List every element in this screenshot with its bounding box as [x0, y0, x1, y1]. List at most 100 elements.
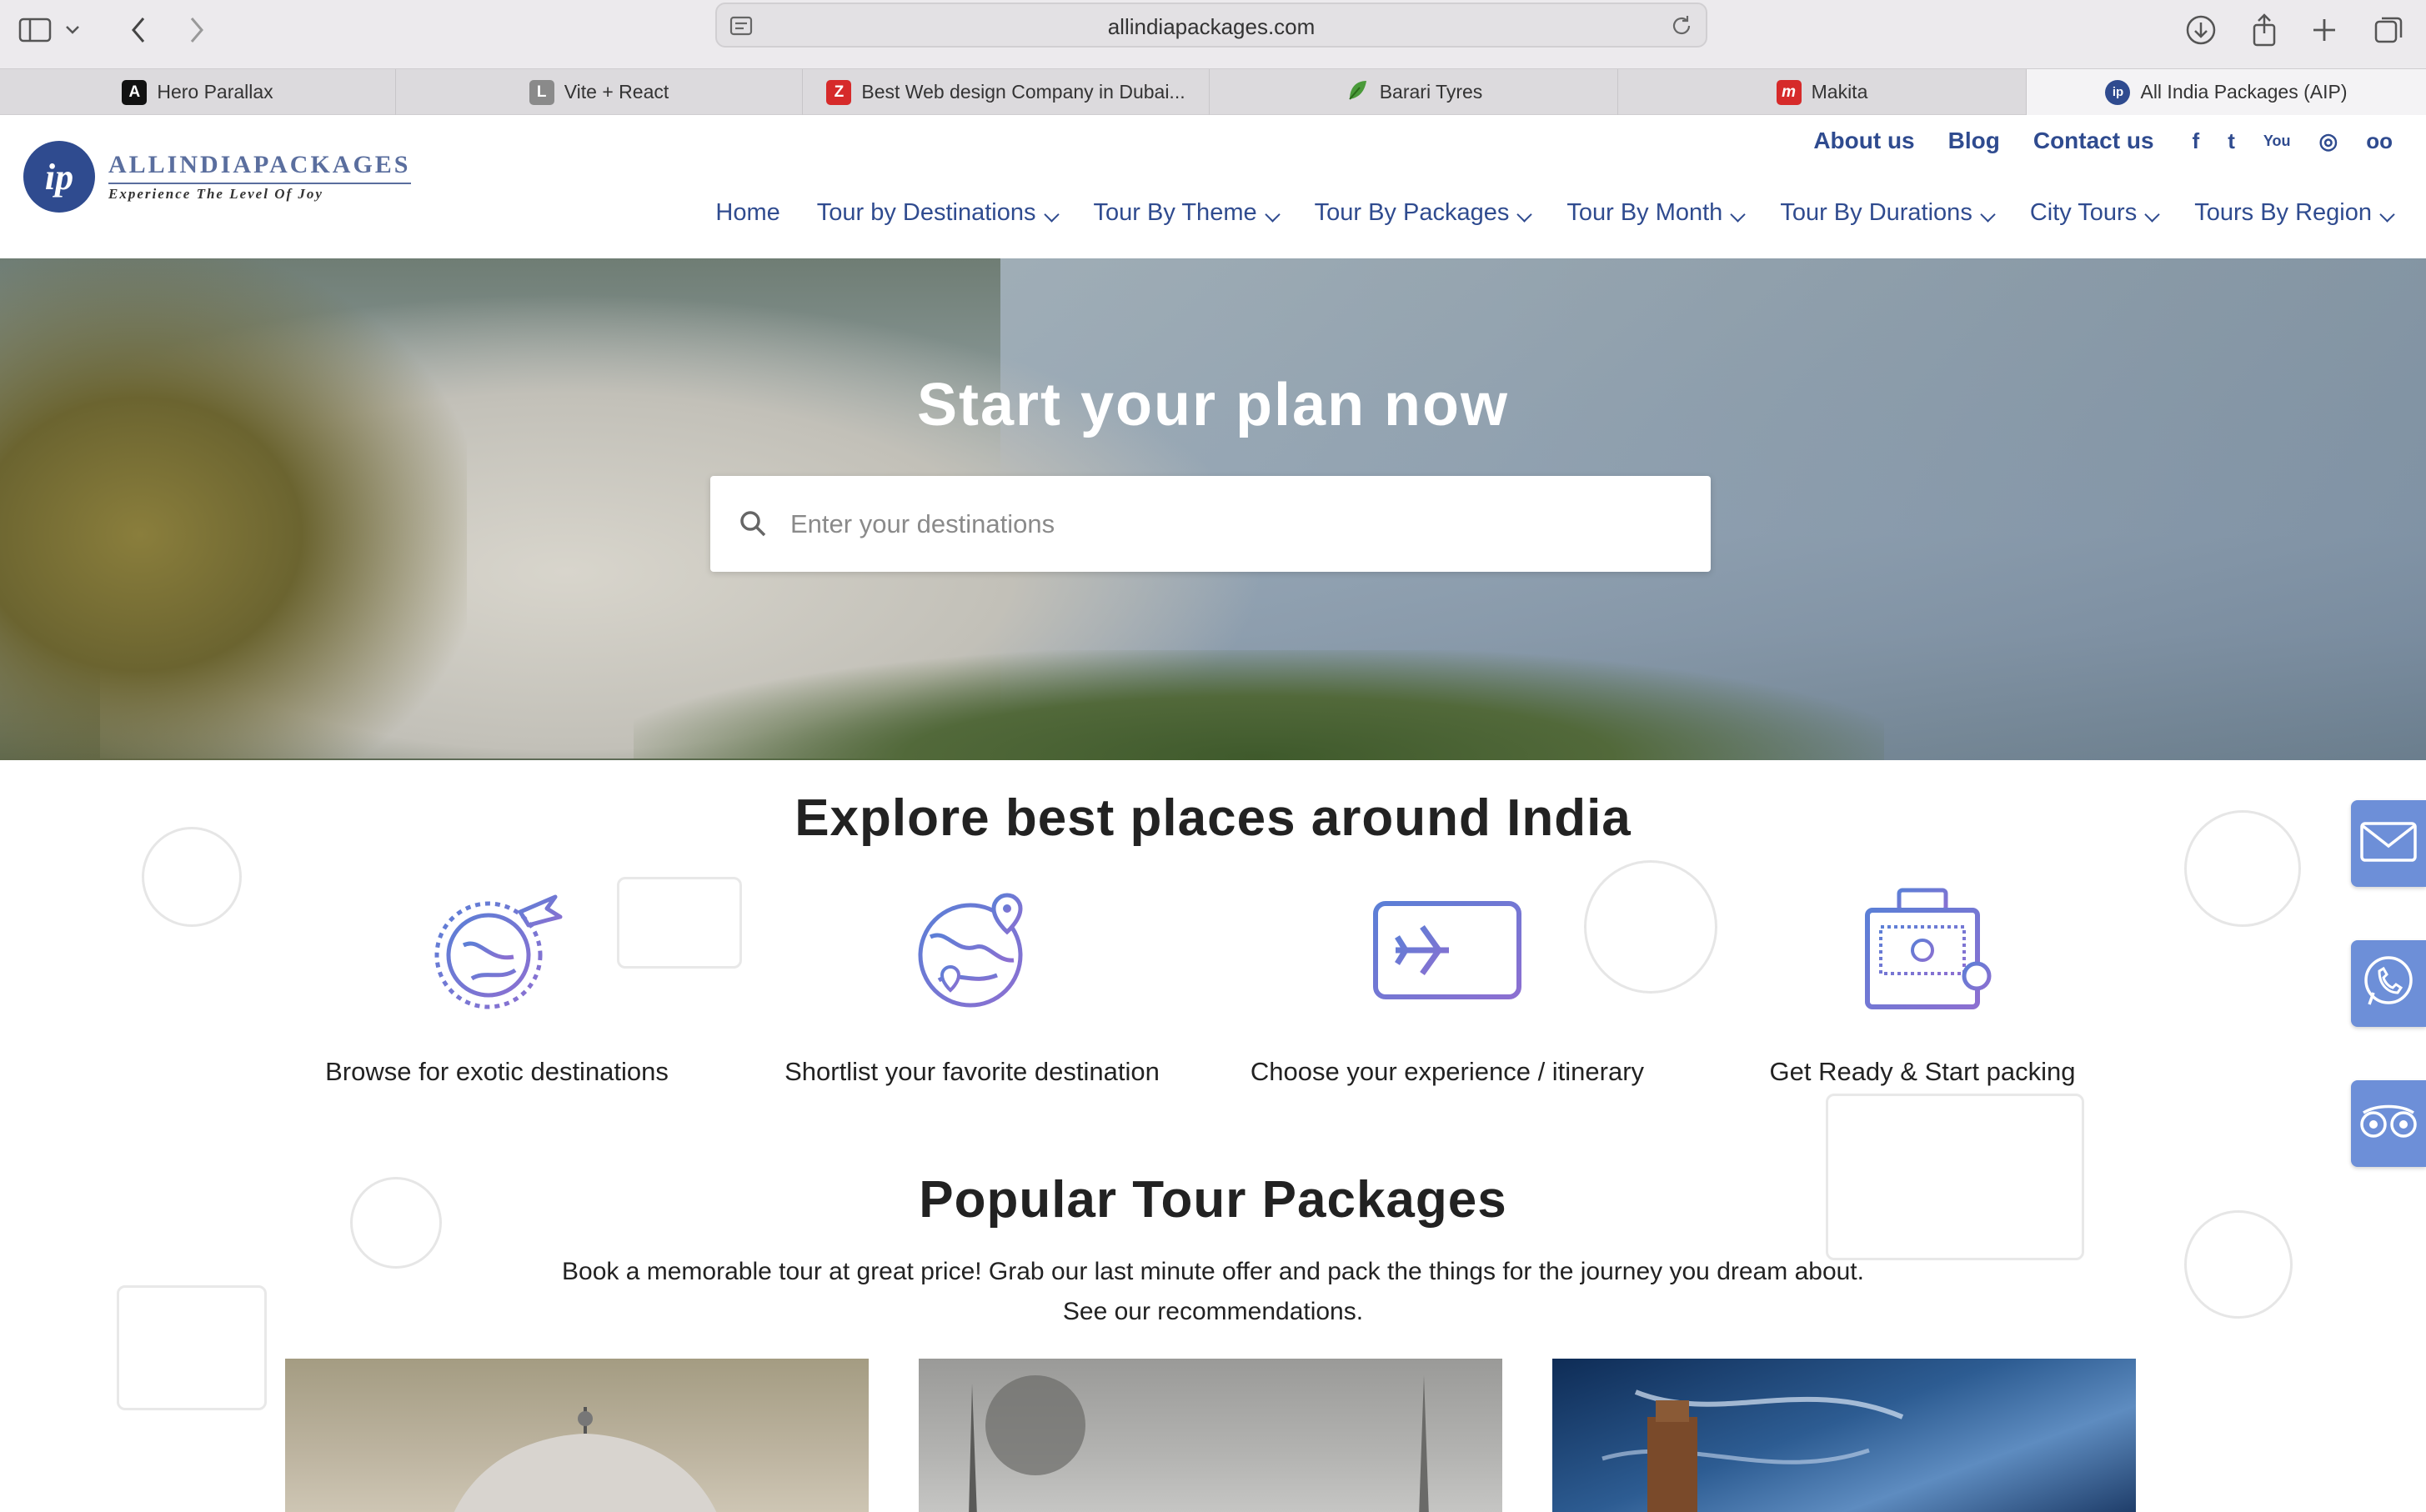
nav-label: Tour By Durations	[1780, 199, 1972, 226]
logo-name: ALLINDIAPACKAGES	[108, 151, 411, 178]
whatsapp-button[interactable]	[2351, 940, 2426, 1027]
tab-web-design-dubai[interactable]: Z Best Web design Company in Dubai...	[803, 69, 1210, 115]
facebook-icon[interactable]: f	[2193, 128, 2200, 154]
nav-label: City Tours	[2029, 199, 2138, 226]
tab-label: Vite + React	[564, 81, 669, 103]
tripadvisor-icon[interactable]: oo	[2366, 128, 2393, 154]
step-label: Get Ready & Start packing	[1769, 1057, 2076, 1086]
explore-title: Explore best places around India	[794, 789, 1632, 847]
package-card-image[interactable]	[285, 1359, 869, 1512]
tab-hero-parallax[interactable]: A Hero Parallax	[0, 69, 396, 115]
share-icon[interactable]	[2243, 8, 2286, 52]
tab-label: Hero Parallax	[157, 81, 273, 103]
nav-tour-by-theme[interactable]: Tour By Theme	[1093, 199, 1281, 227]
step-shortlist: Shortlist your favorite destination	[739, 887, 1205, 1087]
tripadvisor-icon	[2357, 1101, 2420, 1147]
tab-bar: A Hero Parallax L Vite + React Z Best We…	[0, 68, 2426, 115]
popular-subtitle: Book a memorable tour at great price! Gr…	[467, 1252, 1959, 1332]
forest-image	[969, 1375, 1429, 1512]
nav-city-tours[interactable]: City Tours	[2029, 199, 2160, 227]
logo-badge: ip	[23, 141, 95, 213]
chevron-down-icon	[1043, 207, 1060, 223]
tab-makita[interactable]: m Makita	[1618, 69, 2027, 115]
nav-label: Tour By Theme	[1093, 199, 1257, 226]
chevron-down-icon	[1980, 207, 1996, 223]
tripadvisor-button[interactable]	[2351, 1080, 2426, 1167]
search-input[interactable]	[790, 476, 1691, 572]
new-tab-icon[interactable]	[2303, 8, 2346, 52]
back-icon[interactable]	[117, 8, 160, 52]
about-us-link[interactable]: About us	[1813, 128, 1914, 154]
chevron-down-icon	[1264, 207, 1281, 223]
nav-label: Tour by Destinations	[816, 199, 1036, 226]
globe-plane-icon	[422, 887, 572, 1012]
package-card-image[interactable]	[1552, 1359, 2136, 1512]
top-links: About us Blog Contact us f t You ◎ oo	[1813, 128, 2393, 154]
tab-favicon: ip	[2105, 79, 2131, 105]
contact-us-link[interactable]: Contact us	[2033, 128, 2154, 154]
suitcase-icon	[1847, 887, 1997, 1012]
step-get-ready: Get Ready & Start packing	[1689, 887, 2156, 1087]
tab-label: Best Web design Company in Dubai...	[861, 81, 1185, 103]
hero-title: Start your plan now	[916, 372, 1510, 438]
chevron-down-icon	[2379, 207, 2395, 223]
nav-label: Tours By Region	[2194, 199, 2372, 226]
tab-all-india-packages[interactable]: ip All India Packages (AIP)	[2027, 69, 2426, 115]
step-label: Shortlist your favorite destination	[784, 1057, 1160, 1086]
nav-tours-by-region[interactable]: Tours By Region	[2194, 199, 2395, 227]
nav-tour-by-month[interactable]: Tour By Month	[1566, 199, 1747, 227]
reload-icon[interactable]	[1669, 13, 1694, 43]
tab-favicon: m	[1776, 79, 1802, 105]
sidebar-toggle-icon[interactable]	[13, 8, 57, 52]
tab-label: Barari Tyres	[1379, 81, 1483, 103]
flight-ticket-icon	[1372, 887, 1522, 1012]
nav-label: Tour By Packages	[1314, 199, 1510, 226]
nav-tour-by-durations[interactable]: Tour By Durations	[1780, 199, 1996, 227]
nav-tour-by-packages[interactable]: Tour By Packages	[1314, 199, 1533, 227]
step-label: Choose your experience / itinerary	[1250, 1057, 1645, 1086]
subtitle-line: Book a memorable tour at great price! Gr…	[562, 1258, 1864, 1285]
site-header: ip ALLINDIAPACKAGES Experience The Level…	[0, 116, 2426, 258]
url-text: allindiapackages.com	[1107, 14, 1316, 39]
tab-vite-react[interactable]: L Vite + React	[396, 69, 803, 115]
mail-button[interactable]	[2351, 800, 2426, 887]
subtitle-line: See our recommendations.	[1062, 1298, 1364, 1325]
instagram-icon[interactable]: ◎	[2319, 128, 2338, 154]
tab-overview-icon[interactable]	[2368, 8, 2411, 52]
blog-link[interactable]: Blog	[1948, 128, 2000, 154]
nav-home[interactable]: Home	[715, 199, 779, 227]
nav-label: Tour By Month	[1566, 199, 1723, 226]
nav-tour-by-destinations[interactable]: Tour by Destinations	[816, 199, 1060, 227]
hero-foliage	[0, 258, 467, 760]
tab-favicon: Z	[826, 79, 852, 105]
browser-toolbar: allindiapackages.com	[0, 0, 2426, 68]
hero-foliage	[634, 650, 1884, 760]
dome-image	[454, 1407, 717, 1512]
background-doodle	[117, 1285, 267, 1410]
site-logo[interactable]: ip ALLINDIAPACKAGES Experience The Level…	[23, 141, 411, 213]
mail-icon	[2359, 821, 2418, 867]
logo-tagline: Experience The Level Of Joy	[108, 183, 411, 203]
popular-title: Popular Tour Packages	[919, 1171, 1507, 1229]
forward-icon[interactable]	[175, 8, 218, 52]
chevron-down-icon	[1730, 207, 1747, 223]
downloads-icon[interactable]	[2179, 8, 2223, 52]
twitter-icon[interactable]: t	[2228, 128, 2235, 154]
social-links: f t You ◎ oo	[2193, 128, 2393, 154]
youtube-icon[interactable]: You	[2263, 133, 2291, 150]
nav-label: Home	[715, 199, 780, 226]
step-browse: Browse for exotic destinations	[263, 887, 730, 1087]
package-card-image[interactable]	[919, 1359, 1502, 1512]
chevron-down-icon	[2144, 207, 2160, 223]
tab-barari-tyres[interactable]: Barari Tyres	[1210, 69, 1618, 115]
tab-label: Makita	[1811, 81, 1868, 103]
chevron-down-icon[interactable]	[60, 8, 85, 52]
main-nav: Home Tour by Destinations Tour By Theme …	[715, 199, 2395, 227]
destination-search	[710, 476, 1711, 572]
tab-label: All India Packages (AIP)	[2140, 81, 2348, 103]
step-label: Browse for exotic destinations	[325, 1057, 669, 1086]
explore-section: Explore best places around India Browse …	[0, 760, 2426, 1512]
tab-favicon: L	[529, 79, 554, 105]
address-bar[interactable]: allindiapackages.com	[715, 3, 1707, 48]
leaf-icon	[1345, 78, 1370, 108]
